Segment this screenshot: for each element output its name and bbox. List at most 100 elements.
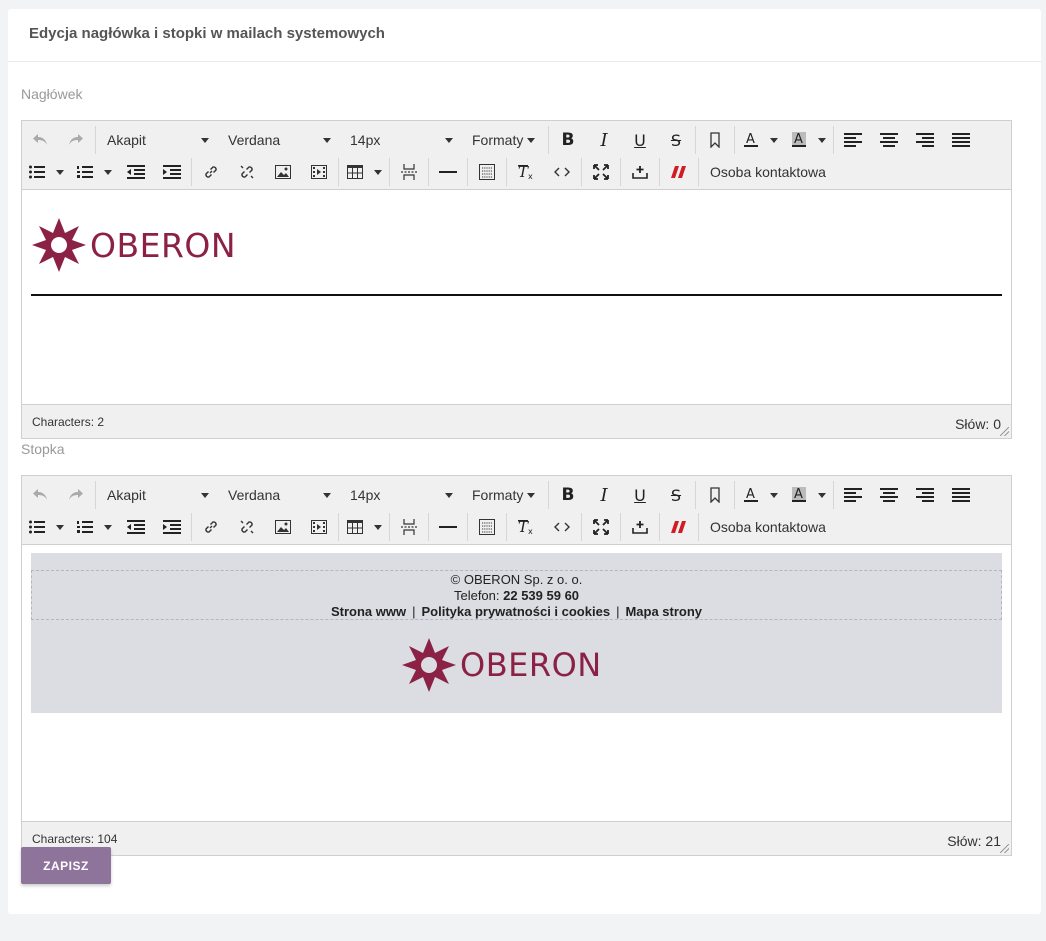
page-break-icon[interactable] [391, 513, 427, 541]
image-icon[interactable] [265, 513, 301, 541]
page-break-icon[interactable] [391, 158, 427, 186]
table-icon[interactable] [340, 158, 370, 186]
clear-formatting-icon[interactable]: Tx [508, 513, 544, 541]
link-icon[interactable] [193, 513, 229, 541]
outdent-icon[interactable] [118, 158, 154, 186]
chevron-down-icon[interactable] [56, 169, 64, 175]
table-icon[interactable] [340, 513, 370, 541]
font-size-dropdown[interactable]: 14px [340, 481, 462, 509]
code-icon[interactable] [544, 513, 580, 541]
bullet-list-icon[interactable] [22, 158, 52, 186]
template-icon[interactable] [661, 513, 697, 541]
align-center-icon[interactable] [871, 126, 907, 154]
chevron-down-icon[interactable] [374, 524, 382, 530]
bold-icon[interactable]: B [550, 126, 586, 154]
indent-icon[interactable] [154, 513, 190, 541]
header-content-area[interactable]: OBERON [22, 190, 1011, 404]
visual-blocks-icon[interactable] [469, 158, 505, 186]
numbered-list-button[interactable] [70, 158, 118, 186]
bold-icon[interactable]: B [550, 481, 586, 509]
text-color-icon[interactable]: A [736, 126, 766, 154]
resize-handle[interactable] [1000, 427, 1009, 436]
bullet-list-button[interactable] [22, 158, 70, 186]
insert-icon[interactable] [622, 513, 658, 541]
formats-dropdown[interactable]: Formaty [462, 481, 547, 509]
align-right-icon[interactable] [907, 126, 943, 154]
chevron-down-icon[interactable] [770, 137, 778, 143]
font-family-dropdown[interactable]: Verdana [218, 126, 340, 154]
horizontal-rule-icon[interactable] [430, 158, 466, 186]
fullscreen-icon[interactable] [583, 158, 619, 186]
strikethrough-icon[interactable]: S [658, 126, 694, 154]
resize-handle[interactable] [1000, 844, 1009, 853]
bullet-list-button[interactable] [22, 513, 70, 541]
font-family-dropdown[interactable]: Verdana [218, 481, 340, 509]
align-left-icon[interactable] [835, 481, 871, 509]
insert-icon[interactable] [622, 158, 658, 186]
justify-icon[interactable] [943, 126, 979, 154]
bookmark-icon[interactable] [697, 126, 733, 154]
media-icon[interactable] [301, 158, 337, 186]
chevron-down-icon[interactable] [104, 524, 112, 530]
block-format-dropdown[interactable]: Akapit [97, 126, 218, 154]
chevron-down-icon[interactable] [104, 169, 112, 175]
numbered-list-icon[interactable] [70, 513, 100, 541]
chevron-down-icon[interactable] [374, 169, 382, 175]
text-color-icon[interactable]: A [736, 481, 766, 509]
redo-icon[interactable] [58, 481, 94, 509]
table-button[interactable] [340, 158, 388, 186]
image-icon[interactable] [265, 158, 301, 186]
footer-content-area[interactable]: © OBERON Sp. z o. o. Telefon: 22 539 59 … [22, 545, 1011, 821]
media-icon[interactable] [301, 513, 337, 541]
toolbar-separator [191, 158, 192, 186]
bullet-list-icon[interactable] [22, 513, 52, 541]
bookmark-icon[interactable] [697, 481, 733, 509]
block-format-dropdown[interactable]: Akapit [97, 481, 218, 509]
align-left-icon[interactable] [835, 126, 871, 154]
background-color-icon[interactable]: A [784, 481, 814, 509]
link-website[interactable]: Strona www [331, 604, 406, 619]
strikethrough-icon[interactable]: S [658, 481, 694, 509]
link-icon[interactable] [193, 158, 229, 186]
fullscreen-icon[interactable] [583, 513, 619, 541]
underline-icon[interactable]: U [622, 481, 658, 509]
chevron-down-icon[interactable] [818, 492, 826, 498]
undo-icon[interactable] [22, 481, 58, 509]
unlink-icon[interactable] [229, 513, 265, 541]
contact-person-button[interactable]: Osoba kontaktowa [700, 164, 836, 180]
redo-icon[interactable] [58, 126, 94, 154]
background-color-button[interactable]: A [784, 481, 832, 509]
word-count: Słów: 0 [955, 415, 1001, 432]
table-button[interactable] [340, 513, 388, 541]
text-color-button[interactable]: A [736, 126, 784, 154]
italic-icon[interactable]: I [586, 481, 622, 509]
formats-dropdown[interactable]: Formaty [462, 126, 547, 154]
undo-icon[interactable] [22, 126, 58, 154]
chevron-down-icon[interactable] [770, 492, 778, 498]
underline-icon[interactable]: U [622, 126, 658, 154]
background-color-icon[interactable]: A [784, 126, 814, 154]
italic-icon[interactable]: I [586, 126, 622, 154]
outdent-icon[interactable] [118, 513, 154, 541]
link-sitemap[interactable]: Mapa strony [625, 604, 702, 619]
horizontal-rule-icon[interactable] [430, 513, 466, 541]
chevron-down-icon[interactable] [56, 524, 64, 530]
background-color-button[interactable]: A [784, 126, 832, 154]
template-icon[interactable] [661, 158, 697, 186]
unlink-icon[interactable] [229, 158, 265, 186]
link-privacy-policy[interactable]: Polityka prywatności i cookies [421, 604, 610, 619]
numbered-list-button[interactable] [70, 513, 118, 541]
visual-blocks-icon[interactable] [469, 513, 505, 541]
indent-icon[interactable] [154, 158, 190, 186]
clear-formatting-icon[interactable]: Tx [508, 158, 544, 186]
text-color-button[interactable]: A [736, 481, 784, 509]
justify-icon[interactable] [943, 481, 979, 509]
chevron-down-icon[interactable] [818, 137, 826, 143]
font-size-dropdown[interactable]: 14px [340, 126, 462, 154]
save-button[interactable]: ZAPISZ [21, 847, 111, 884]
contact-person-button[interactable]: Osoba kontaktowa [700, 519, 836, 535]
align-center-icon[interactable] [871, 481, 907, 509]
numbered-list-icon[interactable] [70, 158, 100, 186]
align-right-icon[interactable] [907, 481, 943, 509]
code-icon[interactable] [544, 158, 580, 186]
